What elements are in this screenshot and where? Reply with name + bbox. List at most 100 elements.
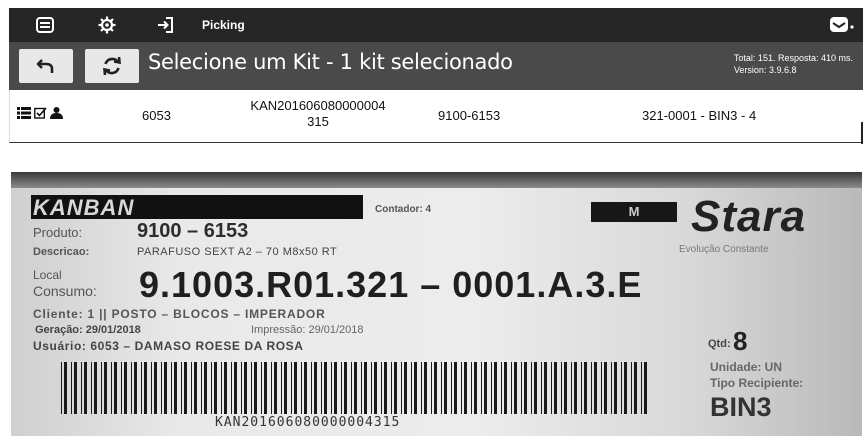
barcode-bar (271, 362, 272, 414)
barcode-bar (174, 362, 177, 414)
barcode-bar (464, 362, 467, 414)
qtd-label: Qtd: (708, 338, 731, 350)
barcode-bar (611, 362, 612, 414)
barcode-bar (481, 362, 482, 414)
barcode-bar (141, 362, 142, 414)
produto-value: 9100 – 6153 (137, 220, 249, 242)
barcode-bar (234, 362, 237, 414)
geracao-line: Geração: 29/01/2018 (35, 324, 141, 336)
descricao-label: Descricao: (33, 246, 90, 258)
row-actions (17, 107, 63, 119)
barcode-bar (531, 362, 532, 414)
barcode-bar (454, 362, 457, 414)
barcode-bar (144, 362, 147, 414)
barcode-bar (121, 362, 122, 414)
barcode-bar (194, 362, 197, 414)
barcode-bar (291, 362, 292, 414)
barcode-bar (424, 362, 427, 414)
barcode-bar (321, 362, 322, 414)
barcode-bar (124, 362, 127, 414)
checkbox-icon[interactable] (34, 107, 47, 119)
barcode-bar (314, 362, 317, 414)
barcode-bar (111, 362, 112, 414)
kanban-title: KANBAN (33, 195, 135, 220)
barcode-bar (401, 362, 402, 414)
descricao-value: PARAFUSO SEXT A2 – 70 M8x50 RT (137, 246, 338, 258)
barcode-bar (151, 362, 152, 414)
mail-button[interactable] (829, 15, 855, 40)
stara-slogan: Evolução Constante (679, 244, 769, 255)
barcode-bar (91, 362, 92, 414)
contador: Contador: 4 (375, 204, 432, 215)
barcode-bar (421, 362, 422, 414)
user-icon[interactable] (50, 107, 63, 119)
barcode-bar (521, 362, 522, 414)
barcode-bar (641, 362, 642, 414)
barcode-bar (204, 362, 207, 414)
barcode-bar (104, 362, 107, 414)
envelope-icon (830, 17, 854, 32)
barcode-bar (631, 362, 632, 414)
barcode-bar (451, 362, 452, 414)
barcode-bar (284, 362, 287, 414)
barcode-bar (591, 362, 592, 414)
barcode-bar (324, 362, 327, 414)
barcode-bar (564, 362, 567, 414)
barcode-bar (511, 362, 512, 414)
barcode-bar (244, 362, 247, 414)
barcode-bar (571, 362, 572, 414)
barcode-bar (294, 362, 297, 414)
barcode-bar (184, 362, 187, 414)
stats-total: Total: 151. Resposta: 410 ms. (733, 53, 853, 63)
barcode-bar (544, 362, 547, 414)
barcode-bar (134, 362, 137, 414)
barcode-bar (301, 362, 302, 414)
impressao-line: Impressão: 29/01/2018 (251, 324, 364, 336)
app-header: Picking (9, 8, 863, 42)
barcode-bar (404, 362, 407, 414)
stara-logo: Stara (691, 192, 807, 241)
barcode-bar (61, 362, 62, 414)
barcode-bar (351, 362, 352, 414)
barcode-bar (471, 362, 472, 414)
list-icon (36, 17, 54, 33)
barcode-bar (231, 362, 232, 414)
barcode-bar (84, 362, 87, 414)
barcode-bar (74, 362, 77, 414)
barcode-bar (494, 362, 497, 414)
barcode-bar (331, 362, 332, 414)
barcode-bar (264, 362, 267, 414)
barcode-bar (81, 362, 82, 414)
barcode-bar (154, 362, 157, 414)
barcode-bar (501, 362, 502, 414)
scroll-edge (861, 122, 863, 144)
settings-button[interactable] (89, 8, 125, 42)
barcode-bar (474, 362, 477, 414)
barcode-bar (364, 362, 367, 414)
barcode-bar (384, 362, 387, 414)
grade-box: M (591, 202, 677, 222)
menu-button[interactable] (27, 8, 63, 42)
app-title: Picking (202, 18, 245, 32)
barcode-bar (391, 362, 392, 414)
barcode-bar (614, 362, 617, 414)
barcode-bar (341, 362, 342, 414)
login-button[interactable] (147, 8, 183, 42)
back-button[interactable] (19, 49, 73, 83)
refresh-button[interactable] (85, 49, 139, 83)
barcode-bar (281, 362, 282, 414)
barcode-bar (191, 362, 192, 414)
list-icon[interactable] (17, 107, 31, 119)
barcode-bar (434, 362, 437, 414)
barcode-bar (554, 362, 557, 414)
barcode-bar (441, 362, 442, 414)
barcode-bar (94, 362, 97, 414)
kanban-label-photo: KANBAN Contador: 4 M Stara Evolução Cons… (11, 172, 862, 436)
unidade-line: Unidade: UN (710, 360, 782, 374)
kit-location: 321-0001 - BIN3 - 4 (642, 108, 757, 123)
kanban-id-line2: 315 (307, 114, 329, 129)
barcode-bar (504, 362, 507, 414)
sign-in-icon (158, 17, 173, 33)
kit-row[interactable]: 6053 KAN201606080000004 315 9100-6153 32… (9, 90, 862, 143)
barcode-bar (604, 362, 607, 414)
